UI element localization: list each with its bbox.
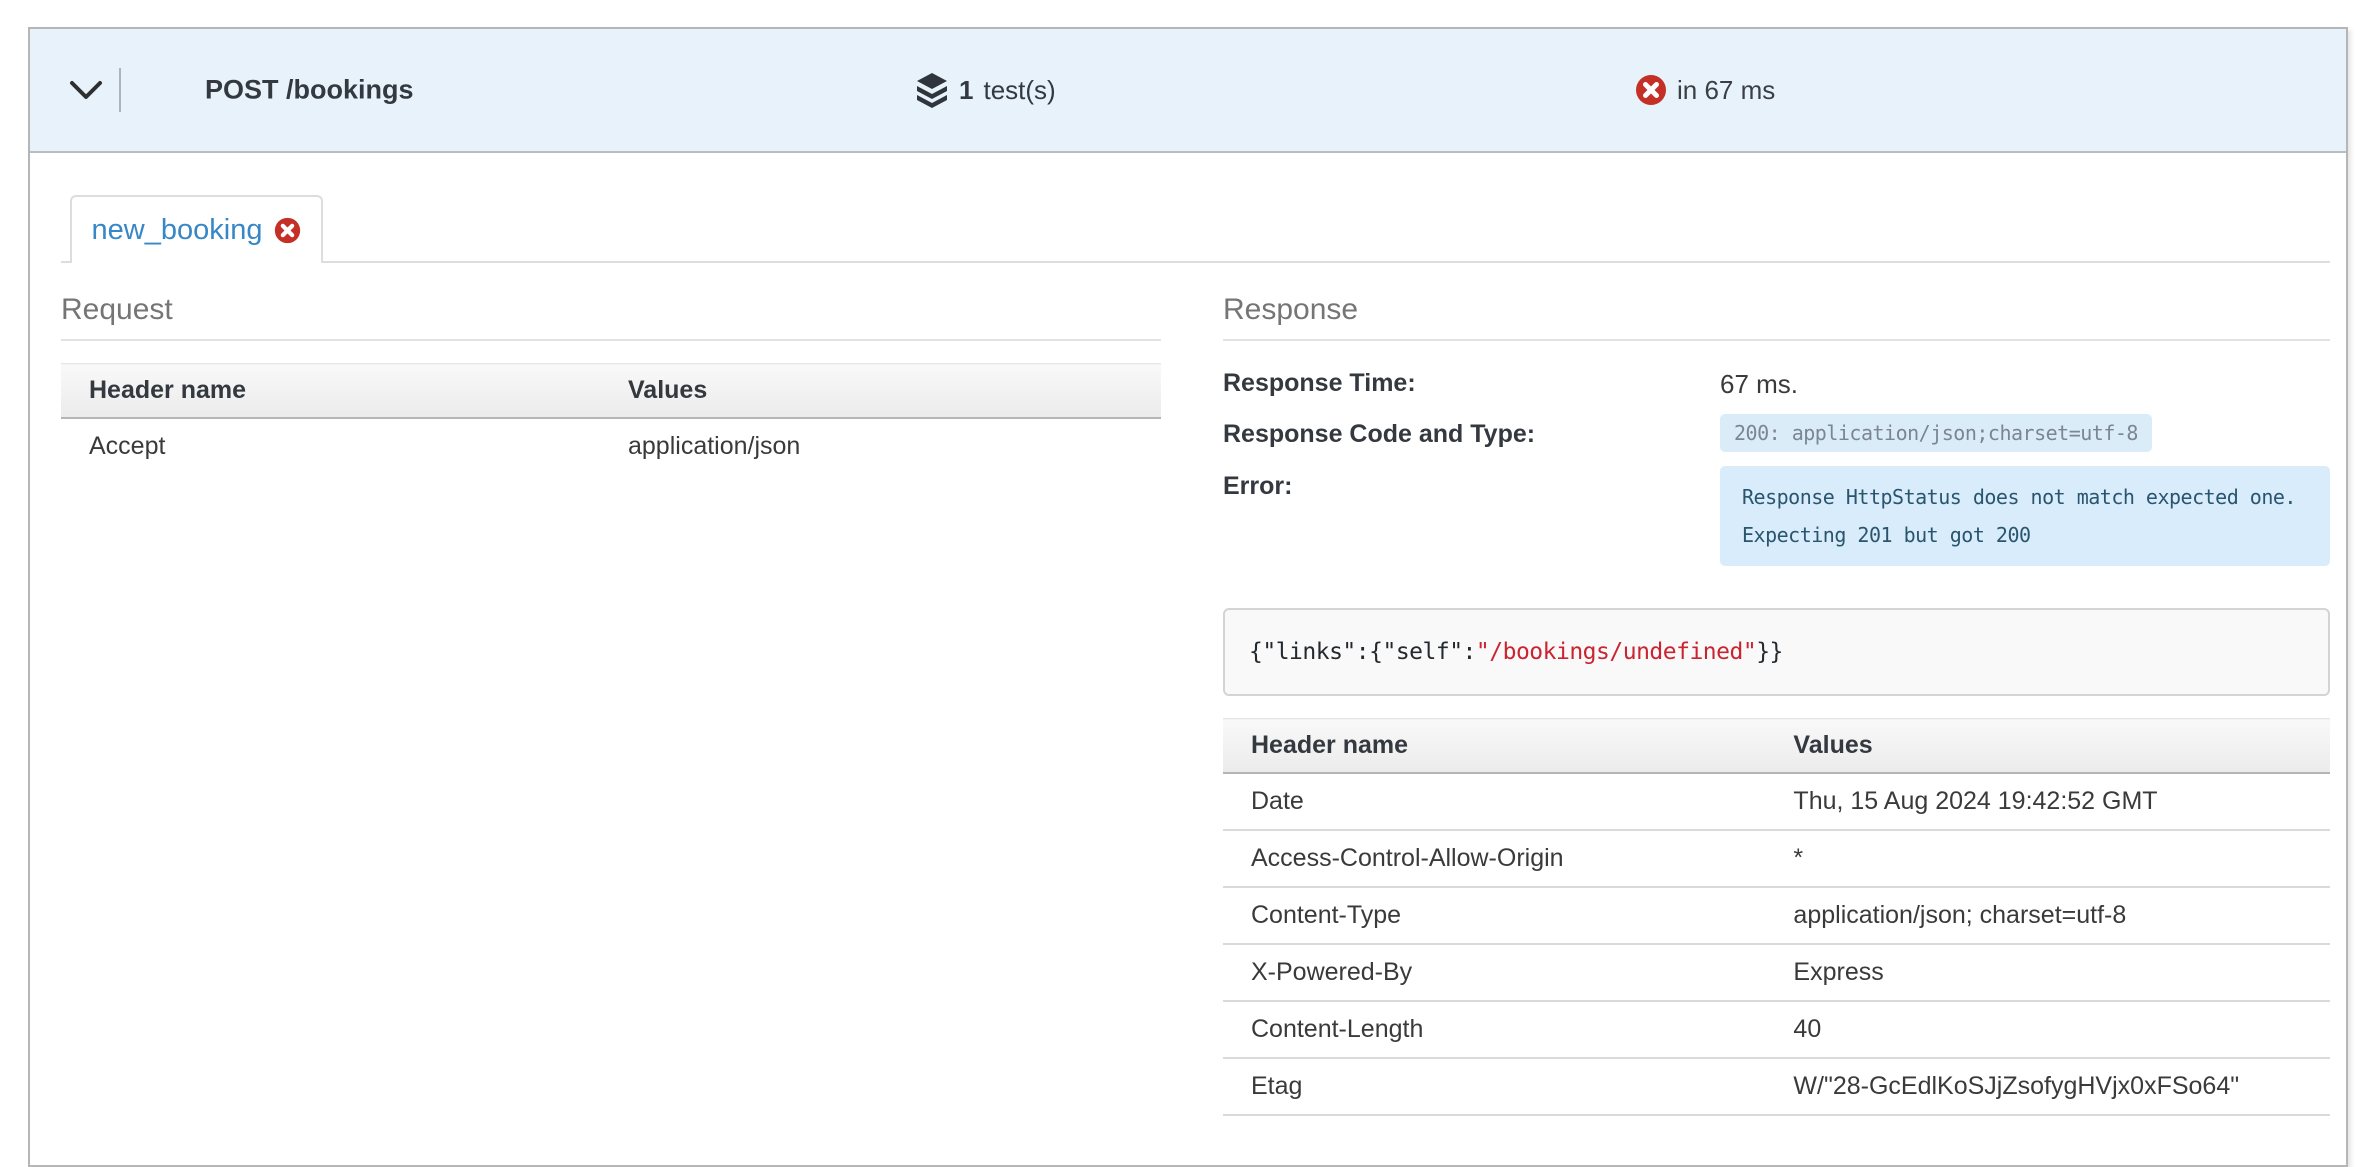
- response-heading: Response: [1223, 293, 2330, 327]
- json-string-value: "/bookings/undefined": [1476, 639, 1756, 665]
- header-divider: [119, 68, 121, 112]
- json-prefix: {"links":{"self":: [1249, 639, 1476, 665]
- response-body-code: {"links":{"self":"/bookings/undefined"}}: [1223, 608, 2330, 696]
- table-row: Date Thu, 15 Aug 2024 19:42:52 GMT: [1223, 773, 2330, 830]
- layers-icon: [915, 72, 949, 108]
- header-name-cell: X-Powered-By: [1223, 944, 1765, 1001]
- tab-new-booking[interactable]: new_booking: [70, 195, 323, 263]
- header-name-cell: Access-Control-Allow-Origin: [1223, 830, 1765, 887]
- response-headers-table: Header name Values Date Thu, 15 Aug 2024…: [1223, 718, 2330, 1116]
- response-time-value: 67 ms.: [1720, 363, 1798, 400]
- x-circle-icon: [1635, 74, 1667, 106]
- error-row: Error: Response HttpStatus does not matc…: [1223, 466, 2330, 566]
- response-rule: [1223, 339, 2330, 341]
- tests-summary: 1 test(s): [915, 72, 1056, 108]
- response-headers-wrap: Header name Values Date Thu, 15 Aug 2024…: [1223, 718, 2330, 1116]
- header-value-cell: application/json; charset=utf-8: [1765, 887, 2330, 944]
- error-label: Error:: [1223, 466, 1720, 501]
- chevron-down-icon[interactable]: [68, 78, 104, 102]
- header-value-cell: Thu, 15 Aug 2024 19:42:52 GMT: [1765, 773, 2330, 830]
- table-row: Accept application/json: [61, 418, 1161, 474]
- header-name-cell: Content-Type: [1223, 887, 1765, 944]
- header-name-cell: Date: [1223, 773, 1765, 830]
- panel-body: new_booking Request: [30, 153, 2346, 1116]
- request-headers-table: Header name Values Accept application/js…: [61, 363, 1161, 474]
- table-row: Content-Length 40: [1223, 1001, 2330, 1058]
- tabs-bar: new_booking: [61, 197, 2330, 263]
- table-row: X-Powered-By Express: [1223, 944, 2330, 1001]
- response-code-badge: 200: application/json;charset=utf-8: [1720, 414, 2152, 452]
- panel-header[interactable]: POST /bookings 1 test(s) in 67 ms: [30, 29, 2346, 153]
- header-name-cell: Etag: [1223, 1058, 1765, 1115]
- header-value-cell: application/json: [600, 418, 1161, 474]
- column-header-name: Header name: [1223, 719, 1765, 774]
- response-section: Response Response Time: 67 ms. Response …: [1223, 293, 2330, 1116]
- table-header-row: Header name Values: [1223, 719, 2330, 774]
- response-time-row: Response Time: 67 ms.: [1223, 363, 2330, 400]
- header-value-cell: Express: [1765, 944, 2330, 1001]
- header-name-cell: Accept: [61, 418, 600, 474]
- header-value-cell: 40: [1765, 1001, 2330, 1058]
- response-code-label: Response Code and Type:: [1223, 414, 1720, 449]
- tests-count: 1: [959, 75, 973, 106]
- time-text: in 67 ms: [1677, 75, 1775, 106]
- tests-label: test(s): [983, 75, 1055, 106]
- table-header-row: Header name Values: [61, 364, 1161, 419]
- column-header-name: Header name: [61, 364, 600, 419]
- json-suffix: }}: [1756, 639, 1783, 665]
- header-value-cell: W/"28-GcEdlKoSJjZsofygHVjx0xFSo64": [1765, 1058, 2330, 1115]
- result-time: in 67 ms: [1635, 74, 1775, 106]
- header-name-cell: Content-Length: [1223, 1001, 1765, 1058]
- table-row: Access-Control-Allow-Origin *: [1223, 830, 2330, 887]
- request-title: POST /bookings: [205, 75, 414, 106]
- tab-failure-x-circle-icon[interactable]: [274, 217, 301, 244]
- tab-label: new_booking: [92, 214, 263, 247]
- request-section: Request Header name Values Accept applic…: [61, 293, 1161, 1116]
- response-details: Response Time: 67 ms. Response Code and …: [1223, 363, 2330, 566]
- error-line: Response HttpStatus does not match expec…: [1742, 478, 2308, 516]
- request-heading: Request: [61, 293, 1161, 327]
- column-header-values: Values: [1765, 719, 2330, 774]
- header-value-cell: *: [1765, 830, 2330, 887]
- request-rule: [61, 339, 1161, 341]
- table-row: Content-Type application/json; charset=u…: [1223, 887, 2330, 944]
- table-row: Etag W/"28-GcEdlKoSJjZsofygHVjx0xFSo64": [1223, 1058, 2330, 1115]
- response-code-row: Response Code and Type: 200: application…: [1223, 414, 2330, 452]
- response-time-label: Response Time:: [1223, 363, 1720, 398]
- error-alert: Response HttpStatus does not match expec…: [1720, 466, 2330, 566]
- column-header-values: Values: [600, 364, 1161, 419]
- request-result-panel: POST /bookings 1 test(s) in 67 ms: [28, 27, 2348, 1167]
- error-line: Expecting 201 but got 200: [1742, 516, 2308, 554]
